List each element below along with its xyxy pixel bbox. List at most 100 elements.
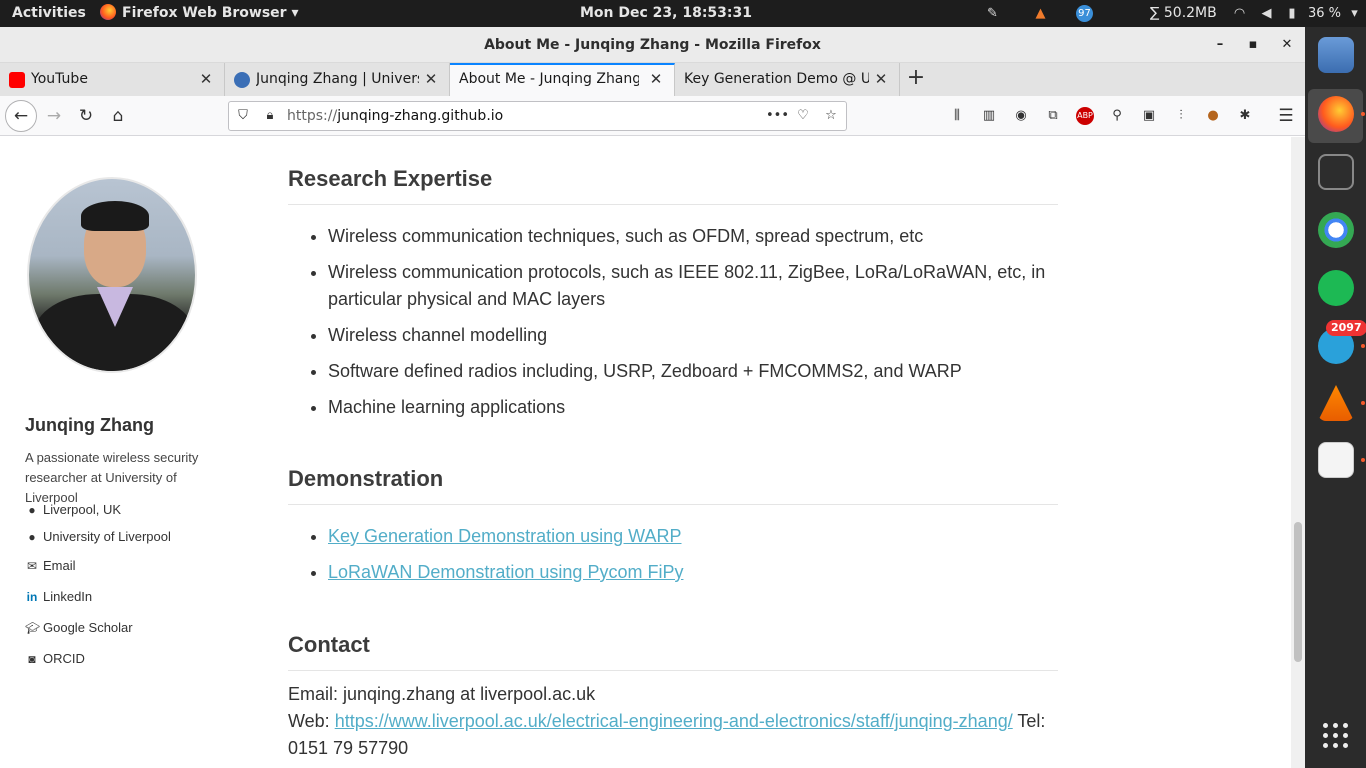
orcid-icon: ◙ <box>28 652 36 666</box>
home-button[interactable]: ⌂ <box>104 102 132 130</box>
extension-bike-icon[interactable]: ⚲ <box>1108 107 1126 125</box>
tab-strip: YouTube ✕ Junqing Zhang | Universi ✕ Abo… <box>0 63 1305 96</box>
author-bio: A passionate wireless security researche… <box>25 450 199 505</box>
running-indicator <box>1361 344 1365 348</box>
pencil-icon[interactable]: ✎ <box>984 5 1001 22</box>
maximize-button[interactable]: ▪ <box>1243 35 1263 55</box>
back-button[interactable]: ← <box>5 100 37 132</box>
close-tab-icon[interactable]: ✕ <box>198 71 214 87</box>
sidebar-link-employer[interactable]: ● University of Liverpool <box>25 529 171 544</box>
envelope-icon: ✉ <box>26 559 38 573</box>
bookmark-star-icon[interactable]: ☆ <box>823 108 839 124</box>
files-icon[interactable] <box>1318 37 1354 73</box>
vlc-icon[interactable] <box>1318 385 1354 421</box>
sidebar-link-linkedin[interactable]: in LinkedIn <box>25 589 93 604</box>
page-actions-icon[interactable]: ••• <box>766 108 789 124</box>
sidebar-link-email[interactable]: ✉ Email <box>25 558 76 573</box>
demonstration-list: Key Generation Demonstration using WARP … <box>328 523 1058 595</box>
close-tab-icon[interactable]: ✕ <box>648 71 664 87</box>
tab-label: Junqing Zhang | Universi <box>256 71 419 87</box>
contact-details: Email: junqing.zhang at liverpool.ac.uk … <box>288 681 1058 762</box>
new-tab-button[interactable]: + <box>904 67 928 91</box>
extension-bars-icon[interactable]: ⫶ <box>1172 107 1190 125</box>
contact-web-line: Web: https://www.liverpool.ac.uk/electri… <box>288 708 1058 762</box>
url-bar[interactable]: ⛉ 🔒︎ https://junqing-zhang.github.io •••… <box>228 101 847 131</box>
demo-link-key-generation[interactable]: Key Generation Demonstration using WARP <box>328 526 682 546</box>
app-menu[interactable]: Firefox Web Browser ▾ <box>100 0 298 27</box>
url-text[interactable]: https://junqing-zhang.github.io <box>287 102 503 130</box>
tab-about-me[interactable]: About Me - Junqing Zhang ✕ <box>450 63 675 96</box>
list-item: Wireless communication techniques, such … <box>328 223 1058 250</box>
telegram-badge: 2097 <box>1326 320 1366 336</box>
grid-dot <box>1333 733 1338 738</box>
grid-dot <box>1343 733 1348 738</box>
tab-key-generation[interactable]: Key Generation Demo @ Un ✕ <box>675 63 900 96</box>
terminal-icon[interactable] <box>1318 154 1354 190</box>
graduation-cap-icon: 🎓︎ <box>25 621 41 635</box>
sidebar-icon[interactable]: ▥ <box>980 107 998 125</box>
firefox-window: About Me - Junqing Zhang - Mozilla Firef… <box>0 27 1305 768</box>
gnome-extension-icon[interactable]: ✱ <box>1236 107 1254 125</box>
app-menu-label: Firefox Web Browser ▾ <box>122 5 299 21</box>
volume-icon[interactable]: ◀ <box>1258 5 1275 22</box>
avatar-hair <box>81 201 149 231</box>
sidebar-link-label: University of Liverpool <box>43 529 171 544</box>
sidebar-link-label: Liverpool, UK <box>43 502 122 517</box>
hamburger-menu-icon[interactable]: ☰ <box>1277 107 1295 125</box>
system-top-bar: Activities Firefox Web Browser ▾ Mon Dec… <box>0 0 1366 27</box>
tab-label: About Me - Junqing Zhang <box>459 71 639 87</box>
pocket-icon[interactable]: ♡ <box>795 108 811 124</box>
youtube-icon <box>9 72 25 88</box>
clock[interactable]: Mon Dec 23, 18:53:31 <box>580 0 752 27</box>
battery-icon[interactable]: ▮ <box>1286 5 1298 22</box>
chevron-down-icon[interactable]: ▾ <box>1346 5 1363 22</box>
contact-web-link[interactable]: https://www.liverpool.ac.uk/electrical-e… <box>335 711 1013 731</box>
vlc-tray-icon[interactable]: ▲ <box>1032 5 1049 22</box>
weather-icon[interactable]: 97 <box>1076 5 1093 22</box>
activities-button[interactable]: Activities <box>12 0 86 27</box>
weather-badge: 97 <box>1078 8 1091 19</box>
section-divider <box>288 670 1058 671</box>
wordpress-icon <box>234 72 250 88</box>
spotify-icon[interactable] <box>1318 270 1354 306</box>
close-tab-icon[interactable]: ✕ <box>423 71 439 87</box>
document-viewer-icon[interactable] <box>1318 442 1354 478</box>
sidebar-link-google-scholar[interactable]: 🎓︎ Google Scholar <box>25 620 133 635</box>
demo-link-lorawan[interactable]: LoRaWAN Demonstration using Pycom FiPy <box>328 562 683 582</box>
library-icon[interactable]: ⫼ <box>948 107 966 125</box>
tab-university[interactable]: Junqing Zhang | Universi ✕ <box>225 63 450 96</box>
account-icon[interactable]: ◉ <box>1012 107 1030 125</box>
list-item: Wireless communication protocols, such a… <box>328 259 1058 313</box>
scrollbar-thumb[interactable] <box>1294 522 1302 662</box>
page-scrollbar[interactable] <box>1291 137 1305 768</box>
memory-monitor[interactable]: ∑ 50.2MB <box>1150 0 1217 27</box>
tab-youtube[interactable]: YouTube ✕ <box>0 63 225 96</box>
extension-icon[interactable]: ▣ <box>1140 107 1158 125</box>
grid-dot <box>1323 733 1328 738</box>
sidebar-link-orcid[interactable]: ◙ ORCID <box>25 651 85 666</box>
screenshot-icon[interactable]: ⧉ <box>1044 107 1062 125</box>
wifi-icon[interactable]: ◠ <box>1231 5 1248 22</box>
forward-button[interactable]: → <box>40 102 68 130</box>
contact-email: Email: junqing.zhang at liverpool.ac.uk <box>288 684 596 704</box>
chromium-icon[interactable] <box>1318 212 1354 248</box>
list-item: Machine learning applications <box>328 394 1058 421</box>
firefox-dock-icon[interactable] <box>1318 96 1354 132</box>
battery-level[interactable]: 36 % <box>1308 0 1341 27</box>
map-marker-icon: ● <box>28 530 36 544</box>
sidebar-link-location[interactable]: ● Liverpool, UK <box>25 502 121 517</box>
sidebar-link-label: Google Scholar <box>43 620 133 635</box>
close-window-button[interactable]: ✕ <box>1277 35 1297 55</box>
lock-icon[interactable]: 🔒︎ <box>262 108 278 124</box>
minimize-button[interactable]: – <box>1210 35 1230 55</box>
reload-button[interactable]: ↻ <box>72 102 100 130</box>
show-applications-icon[interactable] <box>1323 723 1349 749</box>
linkedin-icon: in <box>26 590 38 604</box>
dock: 2097 <box>1305 27 1366 768</box>
adblock-plus-icon[interactable]: ABP <box>1076 107 1094 125</box>
close-tab-icon[interactable]: ✕ <box>873 71 889 87</box>
grid-dot <box>1333 723 1338 728</box>
cookie-icon[interactable]: ● <box>1204 107 1222 125</box>
tracking-protection-icon[interactable]: ⛉ <box>235 108 251 124</box>
firefox-icon <box>100 4 116 20</box>
